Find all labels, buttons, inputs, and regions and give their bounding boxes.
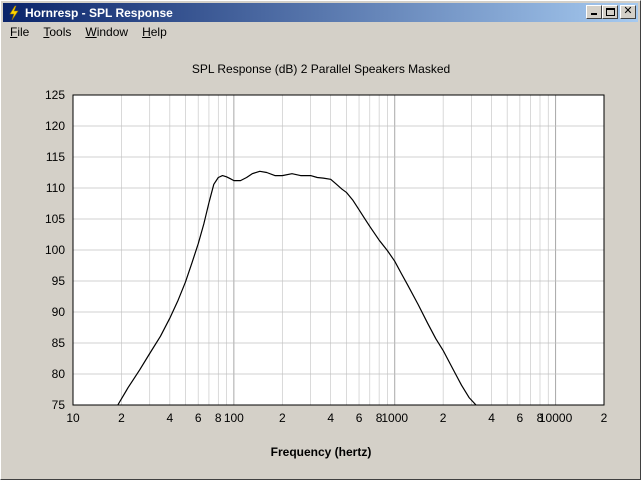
minimize-button[interactable]: [586, 5, 602, 19]
close-button[interactable]: ✕: [620, 5, 636, 19]
x-tick-label: 10000: [539, 411, 573, 425]
hornresp-lightning-icon: [6, 5, 22, 21]
menu-help[interactable]: Help: [135, 23, 174, 41]
y-tick-label: 100: [45, 243, 65, 257]
chart-title: SPL Response (dB) 2 Parallel Speakers Ma…: [192, 62, 450, 76]
x-axis-label: Frequency (hertz): [271, 445, 372, 459]
y-tick-label: 75: [52, 398, 66, 412]
y-tick-label: 115: [46, 150, 65, 164]
x-tick-label: 2: [279, 411, 286, 425]
x-tick-label: 6: [356, 411, 363, 425]
x-tick-label: 4: [488, 411, 495, 425]
title-buttons: ✕: [586, 5, 636, 19]
maximize-button[interactable]: [602, 5, 618, 19]
x-axis-labels: 10 2 4 6 8 100 2 4 6 81000 2 4 6 810000 2: [66, 411, 607, 425]
chart-grid: [73, 95, 604, 405]
menu-bar: File Tools Window Help: [3, 23, 174, 41]
app-window: Hornresp - SPL Response ✕ File Tools Win…: [0, 0, 641, 480]
close-icon: ✕: [623, 4, 633, 17]
x-tick-label: 4: [167, 411, 174, 425]
x-tick-label: 2: [118, 411, 125, 425]
title-bar[interactable]: Hornresp - SPL Response ✕: [3, 3, 638, 22]
y-tick-label: 95: [52, 274, 66, 288]
maximize-icon: [606, 8, 615, 16]
x-tick-label: 10: [66, 411, 80, 425]
menu-window[interactable]: Window: [78, 23, 135, 41]
spl-response-chart: SPL Response (dB) 2 Parallel Speakers Ma…: [45, 62, 608, 459]
y-tick-label: 110: [46, 181, 65, 195]
minimize-icon: [591, 13, 597, 15]
x-tick-label: 1000: [381, 411, 408, 425]
x-tick-label: 2: [440, 411, 447, 425]
menu-tools[interactable]: Tools: [36, 23, 78, 41]
chart-area: SPL Response (dB) 2 Parallel Speakers Ma…: [3, 42, 638, 477]
y-tick-label: 125: [45, 88, 65, 102]
y-tick-label: 105: [45, 212, 65, 226]
window-title: Hornresp - SPL Response: [25, 5, 173, 20]
y-axis-labels: 75 80 85 90 95 100 105 110 115 120 125: [45, 88, 65, 412]
y-tick-label: 90: [52, 305, 66, 319]
x-tick-label: 2: [601, 411, 608, 425]
x-tick-label: 6: [517, 411, 524, 425]
y-tick-label: 85: [52, 336, 66, 350]
y-tick-label: 80: [52, 367, 66, 381]
x-tick-label: 100: [224, 411, 244, 425]
x-tick-label: 8: [215, 411, 222, 425]
menu-file[interactable]: File: [3, 23, 36, 41]
x-tick-label: 6: [195, 411, 202, 425]
x-tick-label: 4: [327, 411, 334, 425]
y-tick-label: 120: [45, 119, 65, 133]
